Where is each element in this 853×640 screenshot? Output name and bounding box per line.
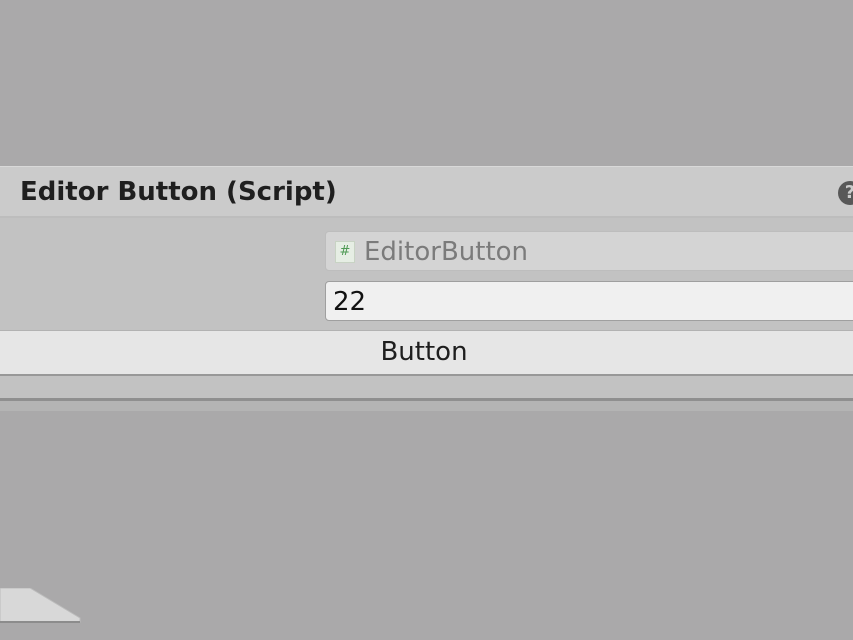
component-header[interactable]: Editor Button (Script) ? xyxy=(0,166,853,218)
partial-tab-shape xyxy=(0,588,81,623)
int-row-label-edge xyxy=(0,291,4,311)
help-icon[interactable]: ? xyxy=(838,181,853,205)
script-field[interactable]: # EditorButton xyxy=(325,231,853,271)
button[interactable]: Button xyxy=(0,330,853,376)
script-row-label-edge xyxy=(0,241,4,261)
script-field-value: EditorButton xyxy=(364,237,529,267)
int-field-value: 22 xyxy=(333,287,367,317)
int-field[interactable]: 22 xyxy=(325,281,853,321)
component-title: Editor Button (Script) xyxy=(20,177,337,207)
inspector-window: Editor Button (Script) ? # EditorButton … xyxy=(0,0,853,640)
csharp-script-icon: # xyxy=(335,241,355,263)
component-body: # EditorButton 22 Button xyxy=(0,218,853,398)
editor-button-component: Editor Button (Script) ? # EditorButton … xyxy=(0,166,853,412)
divider-shadow xyxy=(0,401,853,411)
